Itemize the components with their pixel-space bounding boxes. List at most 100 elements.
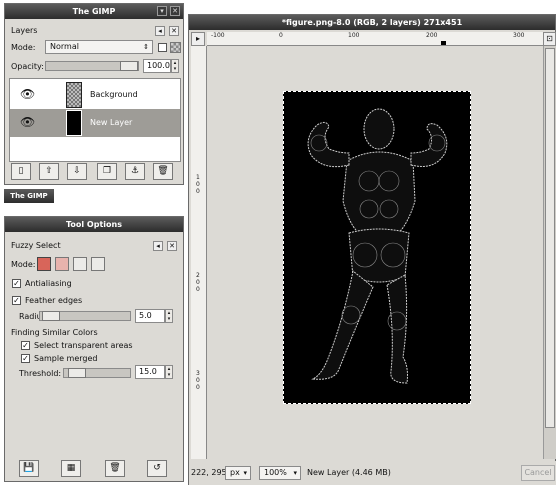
sample-merged-checkbox[interactable]: ✓ [21,354,30,363]
lock-alpha-icon [170,42,181,53]
selection-replace-button[interactable] [37,257,51,271]
select-transparent-checkbox[interactable]: ✓ [21,341,30,350]
eye-icon[interactable]: 👁 [20,115,35,129]
mode-label: Mode: [11,260,36,269]
cancel-label: Cancel [524,468,552,477]
duplicate-layer-icon: ❐ [102,166,112,176]
anchor-layer-icon: ⚓ [130,166,140,176]
tool-options-window: Tool Options Fuzzy Select ◂ ✕ Mode: ✓ An… [4,216,184,482]
ruler-label: -100 [211,32,225,39]
lock-alpha-checkbox[interactable] [158,43,167,52]
layer-thumbnail-background [66,82,82,108]
restore-options-button[interactable]: ▦ [61,460,81,477]
zoom-select-value: 100% [264,468,287,477]
tool-options-panel-title: Fuzzy Select [11,241,61,250]
restore-options-icon: ▦ [66,463,76,473]
delete-layer-icon: 🗑 [157,166,169,176]
panel-close-icon[interactable]: ✕ [167,241,177,251]
delete-layer-button[interactable]: 🗑 [153,163,173,180]
layer-name[interactable]: New Layer [90,118,132,127]
anchor-layer-button[interactable]: ⚓ [125,163,145,180]
layer-row[interactable]: 👁 Background [10,81,180,109]
ruler-label: 1 [196,174,200,181]
threshold-input[interactable]: 15.0 [135,365,165,379]
horizontal-ruler[interactable]: -100 0 100 200 300 [207,32,543,46]
layer-row-selected[interactable]: 👁 New Layer [10,109,180,137]
layer-list: 👁 Background 👁 New Layer [9,78,181,162]
radius-spin-arrows[interactable]: ▴ ▾ [165,309,173,323]
opacity-slider[interactable] [45,61,139,71]
image-window-titlebar[interactable]: *figure.png-8.0 (RGB, 2 layers) 271x451 [189,15,555,30]
unit-select[interactable]: px ▾ [225,466,251,480]
zoom-select[interactable]: 100% ▾ [259,466,301,480]
feather-edges-label: Feather edges [25,296,83,305]
threshold-slider-thumb[interactable] [68,368,86,378]
feather-edges-checkbox[interactable]: ✓ [12,296,21,305]
mode-label: Mode: [11,43,36,52]
threshold-spin-arrows[interactable]: ▴ ▾ [165,365,173,379]
panel-menu-icon[interactable]: ◂ [155,26,165,36]
lower-layer-button[interactable]: ⇩ [67,163,87,180]
selection-intersect-button[interactable] [91,257,105,271]
ruler-label: 300 [513,32,525,39]
layer-name[interactable]: Background [90,90,138,99]
layers-window-titlebar[interactable]: The GIMP ▾ ✕ [5,4,183,19]
panel-close-icon[interactable]: ✕ [169,26,179,36]
new-layer-button[interactable]: ▯ [11,163,31,180]
delete-options-icon: 🗑 [109,463,121,473]
new-layer-icon: ▯ [18,166,24,176]
antialiasing-checkbox[interactable]: ✓ [12,279,21,288]
ruler-label: 0 [196,377,200,384]
ruler-label: 3 [196,370,200,377]
vertical-scroll-thumb[interactable] [545,48,555,428]
opacity-label: Opacity: [11,62,44,71]
image-canvas[interactable] [283,91,471,404]
layers-window: The GIMP ▾ ✕ Layers ◂ ✕ Mode: Normal ⇕ O… [4,3,184,185]
reset-options-button[interactable]: ↺ [147,460,167,477]
ruler-label: 0 [196,286,200,293]
minimize-icon[interactable]: ▾ [157,6,167,16]
radius-slider-thumb[interactable] [42,311,60,321]
opacity-spin-arrows[interactable]: ▴ ▾ [171,59,179,73]
threshold-slider[interactable] [63,368,131,378]
duplicate-layer-button[interactable]: ❐ [97,163,117,180]
taskbar-item[interactable]: The GIMP [4,189,54,203]
save-options-button[interactable]: 💾 [19,460,39,477]
panel-menu-icon[interactable]: ◂ [153,241,163,251]
tool-options-title: Tool Options [66,220,122,229]
delete-options-button[interactable]: 🗑 [105,460,125,477]
opacity-input[interactable]: 100.0 [143,59,171,73]
tool-options-titlebar[interactable]: Tool Options [5,217,183,232]
image-menu-button[interactable]: ▸ [191,32,205,46]
eye-icon[interactable]: 👁 [20,87,35,101]
navigate-icon[interactable]: ⊡ [543,32,556,46]
canvas-area[interactable] [207,46,543,459]
combo-arrow-icon: ⇕ [143,43,149,51]
mode-select-value: Normal [50,42,79,51]
finding-similar-colors-heading: Finding Similar Colors [11,328,98,337]
lower-layer-icon: ⇩ [73,166,81,176]
selection-add-button[interactable] [55,257,69,271]
ruler-label: 2 [196,272,200,279]
radius-slider[interactable] [39,311,131,321]
unit-select-value: px [230,468,240,477]
vertical-scrollbar[interactable] [543,46,556,459]
vertical-ruler[interactable]: 1 0 0 2 0 0 3 0 0 [191,46,207,459]
radius-input[interactable]: 5.0 [135,309,165,323]
ruler-label: 0 [196,279,200,286]
image-window: *figure.png-8.0 (RGB, 2 layers) 271x451 … [188,14,556,485]
mode-select[interactable]: Normal ⇕ [45,40,153,54]
selection-subtract-button[interactable] [73,257,87,271]
combo-arrow-icon: ▾ [293,469,297,477]
ruler-label: 0 [196,188,200,195]
opacity-slider-thumb[interactable] [120,61,138,71]
raise-layer-icon: ⇧ [45,166,53,176]
raise-layer-button[interactable]: ⇧ [39,163,59,180]
image-window-title: *figure.png-8.0 (RGB, 2 layers) 271x451 [281,18,463,27]
ruler-label: 100 [348,32,360,39]
taskbar-label: The GIMP [10,192,48,200]
cancel-button[interactable]: Cancel [521,465,555,481]
ruler-label: 0 [196,181,200,188]
close-icon[interactable]: ✕ [170,6,180,16]
figure-image [307,108,448,384]
